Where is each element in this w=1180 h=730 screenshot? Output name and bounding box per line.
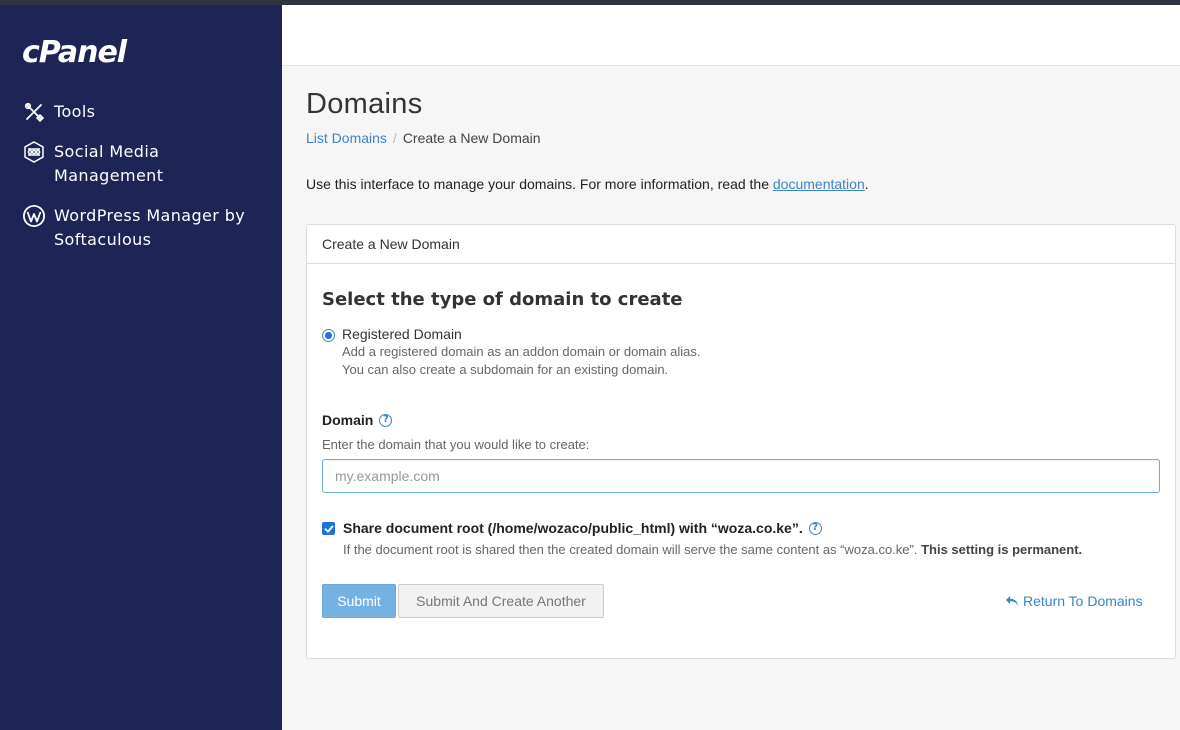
social-media-icon xyxy=(22,140,46,164)
sidebar-item-tools[interactable]: Tools xyxy=(22,100,95,124)
share-document-root-checkbox[interactable] xyxy=(322,522,335,535)
breadcrumb-current: Create a New Domain xyxy=(402,130,541,146)
breadcrumb-separator: / xyxy=(392,130,397,146)
domain-field-help: Enter the domain that you would like to … xyxy=(322,437,590,452)
tools-icon xyxy=(22,100,46,124)
sidebar-item-label: Tools xyxy=(54,102,96,121)
domain-label-text: Domain xyxy=(322,412,374,428)
sidebar-item-wordpress-manager[interactable]: WordPress Manager by Softaculous xyxy=(22,204,254,252)
panel-heading: Create a New Domain xyxy=(307,225,1175,264)
intro-text: Use this interface to manage your domain… xyxy=(306,176,869,192)
intro-text-end: . xyxy=(864,176,869,192)
share-root-label: Share document root (/home/wozaco/public… xyxy=(343,519,1082,537)
submit-and-create-another-button[interactable]: Submit And Create Another xyxy=(398,584,604,618)
help-icon[interactable]: ? xyxy=(379,413,393,427)
checkmark-icon xyxy=(324,525,333,532)
create-domain-panel: Create a New Domain Select the type of d… xyxy=(306,224,1176,659)
registered-domain-option[interactable]: Registered Domain Add a registered domai… xyxy=(322,325,700,379)
sidebar: cPanel Tools Social Media Management Wor… xyxy=(0,5,282,730)
breadcrumb: List Domains / Create a New Domain xyxy=(306,130,541,146)
reply-arrow-icon xyxy=(1006,595,1018,606)
share-document-root-option[interactable]: Share document root (/home/wozaco/public… xyxy=(322,519,1082,559)
wordpress-icon xyxy=(22,204,46,228)
registered-domain-radio[interactable] xyxy=(322,329,335,342)
section-title: Select the type of domain to create xyxy=(322,289,683,310)
domain-input[interactable] xyxy=(322,459,1160,493)
radio-description-line-2: You can also create a subdomain for an e… xyxy=(342,362,669,377)
radio-label: Registered Domain xyxy=(342,326,462,342)
sidebar-item-label: Social Media Management xyxy=(54,142,164,185)
share-root-permanent-note: This setting is permanent. xyxy=(921,542,1083,557)
intro-text-body: Use this interface to manage your domain… xyxy=(306,176,773,192)
page-title: Domains xyxy=(306,88,423,120)
top-header xyxy=(282,5,1180,66)
sidebar-item-label: WordPress Manager by Softaculous xyxy=(54,206,246,249)
documentation-link[interactable]: documentation xyxy=(773,176,865,192)
share-root-description: If the document root is shared then the … xyxy=(343,541,1082,559)
return-to-domains-link[interactable]: Return To Domains xyxy=(1005,593,1143,609)
radio-description-line-1: Add a registered domain as an addon doma… xyxy=(342,344,701,359)
submit-button[interactable]: Submit xyxy=(322,584,396,618)
cpanel-logo[interactable]: cPanel xyxy=(22,35,127,70)
breadcrumb-list-domains-link[interactable]: List Domains xyxy=(306,130,387,146)
domain-field-label: Domain ? xyxy=(322,412,393,428)
return-link-label: Return To Domains xyxy=(1023,593,1143,609)
share-root-desc-text: If the document root is shared then the … xyxy=(343,542,922,557)
help-icon[interactable]: ? xyxy=(808,521,822,535)
sidebar-item-social-media[interactable]: Social Media Management xyxy=(22,140,254,188)
share-root-label-text: Share document root (/home/wozaco/public… xyxy=(343,520,803,536)
